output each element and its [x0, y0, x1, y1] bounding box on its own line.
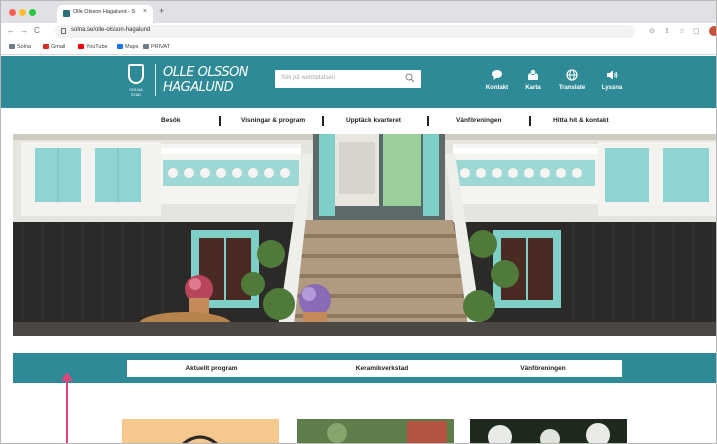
reload-button[interactable]: C [34, 26, 40, 35]
translate-label: Translate [558, 85, 586, 91]
nav-separator [219, 116, 221, 126]
kontakt-button[interactable]: Kontakt [479, 69, 515, 91]
url-field[interactable]: solna.se/olle-olsson-hagalund [55, 25, 635, 38]
vanforeningen-button[interactable]: Vänföreningen [464, 360, 622, 377]
back-button[interactable]: ← [7, 26, 15, 35]
bookmark-youtube[interactable]: YouTube [78, 44, 108, 50]
nav-separator [427, 116, 429, 126]
house-veranda-photo [13, 134, 716, 336]
bookmark-star-icon[interactable]: ☆ [679, 27, 685, 35]
crest-label: SOLNA STAD [129, 87, 143, 97]
lock-icon [61, 28, 66, 34]
crest-shield-icon [128, 64, 144, 84]
annotation-arrow-line [66, 379, 68, 443]
teaser-card-program[interactable] [122, 419, 279, 443]
nav-item-hitta-hit[interactable]: Hitta hit & kontakt [553, 117, 609, 124]
nav-item-upptack[interactable]: Upptäck kvarteret [346, 117, 401, 124]
teaser-image [470, 419, 627, 443]
address-bar: ← → C solna.se/olle-olsson-hagalund ⊙ ⇧ … [1, 23, 716, 40]
maximize-window-button[interactable] [29, 9, 36, 16]
teaser-image [182, 435, 218, 443]
tab-strip: Olle Olsson Hagalund - Solna × + [1, 1, 716, 23]
sidebar-icon[interactable]: ▢ [693, 27, 700, 35]
nav-separator [529, 116, 531, 126]
kontakt-label: Kontakt [485, 85, 509, 91]
folder-icon [143, 44, 149, 49]
lens-icon[interactable]: ⊙ [649, 27, 655, 35]
gmail-icon [43, 44, 49, 49]
aktuellt-program-button[interactable]: Aktuellt program [127, 360, 296, 377]
nav-separator [322, 116, 324, 126]
new-tab-button[interactable]: + [159, 6, 164, 16]
chat-bubble-icon [492, 70, 502, 80]
tab-close-icon[interactable]: × [143, 8, 147, 15]
browser-window: Olle Olsson Hagalund - Solna × + ← → C s… [0, 0, 717, 444]
nav-item-vanforeningen[interactable]: Vänföreningen [456, 117, 502, 124]
nav-item-besok[interactable]: Besök [161, 117, 181, 124]
bookmark-label: Gmail [51, 44, 66, 50]
maps-icon [117, 44, 123, 49]
bookmark-maps[interactable]: Maps [117, 44, 138, 50]
map-pins-icon [528, 69, 538, 80]
bookmark-label: PRIVAT [151, 44, 171, 50]
teaser-image [297, 419, 454, 443]
bookmark-label: Solna [17, 44, 32, 50]
bookmark-solna[interactable]: Solna [9, 44, 31, 50]
lyssna-label: Lyssna [601, 85, 623, 91]
globe-icon [566, 69, 578, 81]
lyssna-button[interactable]: Lyssna [594, 69, 630, 91]
keramikverkstad-button[interactable]: Keramikverkstad [296, 360, 468, 377]
bookmark-label: Maps [125, 44, 139, 50]
teaser-card-vanforeningen[interactable] [470, 419, 627, 443]
quick-links-band: Aktuellt program Keramikverkstad Vänföre… [13, 353, 716, 383]
youtube-icon [78, 44, 84, 49]
folder-icon [9, 44, 15, 49]
solna-crest-logo[interactable]: SOLNA STAD [124, 64, 148, 97]
close-window-button[interactable] [9, 9, 16, 16]
search-placeholder: Sök på webbplatsen [281, 75, 336, 81]
karta-button[interactable]: Karta [515, 69, 551, 91]
search-icon[interactable] [405, 73, 415, 83]
bookmark-label: YouTube [86, 44, 108, 50]
tab-title: Olle Olsson Hagalund - Solna [73, 9, 135, 15]
site-logo-line1[interactable]: OLLE OLSSON [163, 65, 249, 80]
karta-label: Karta [525, 85, 541, 91]
nav-item-visningar[interactable]: Visningar & program [241, 117, 305, 124]
speaker-icon [607, 70, 618, 80]
site-header: SOLNA STAD OLLE OLSSON HAGALUND Sök på w… [1, 56, 716, 108]
main-nav: Besök Visningar & program Upptäck kvarte… [1, 108, 716, 134]
translate-button[interactable]: Translate [554, 69, 590, 91]
url-text: solna.se/olle-olsson-hagalund [71, 27, 151, 33]
bookmark-gmail[interactable]: Gmail [43, 44, 65, 50]
bookmarks-bar: Solna Gmail YouTube Maps PRIVAT [1, 40, 716, 55]
minimize-window-button[interactable] [19, 9, 26, 16]
bookmark-privat[interactable]: PRIVAT [143, 44, 170, 50]
site-logo-line2[interactable]: HAGALUND [163, 80, 234, 95]
profile-avatar[interactable] [709, 26, 716, 36]
forward-button[interactable]: → [20, 26, 28, 35]
teaser-card-keramik[interactable] [297, 419, 454, 443]
browser-tab[interactable]: Olle Olsson Hagalund - Solna × [57, 5, 153, 23]
site-favicon-icon [63, 10, 70, 17]
logo-divider [155, 64, 156, 96]
share-icon[interactable]: ⇧ [664, 27, 670, 35]
search-input[interactable]: Sök på webbplatsen [275, 70, 421, 88]
hero-image [13, 134, 716, 336]
